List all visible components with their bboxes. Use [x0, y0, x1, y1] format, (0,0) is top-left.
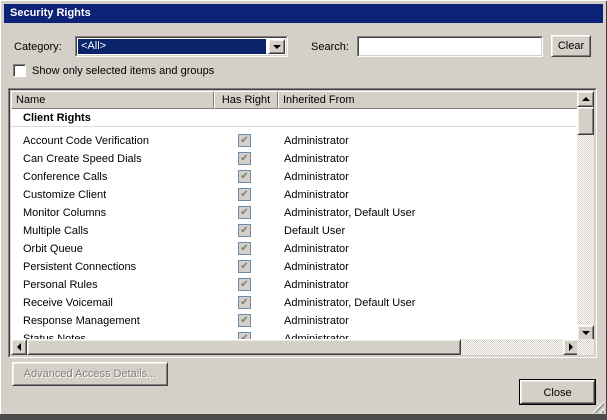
- row-name: Conference Calls: [23, 171, 108, 183]
- category-label: Category:: [14, 41, 62, 53]
- check-icon: ✔: [240, 279, 249, 290]
- security-rights-dialog: Security Rights Category: <All> Search: …: [0, 0, 607, 420]
- check-icon: ✔: [240, 261, 249, 272]
- scroll-left-icon: [17, 343, 21, 351]
- horizontal-scrollbar-thumb[interactable]: [27, 339, 461, 355]
- table-row[interactable]: Response Management ✔ Administrator: [11, 312, 579, 330]
- scroll-right-icon: [569, 343, 573, 351]
- clear-button-label: Clear: [557, 40, 585, 52]
- row-name: Response Management: [23, 315, 140, 327]
- has-right-checkbox[interactable]: ✔: [238, 242, 251, 255]
- has-right-checkbox[interactable]: ✔: [238, 170, 251, 183]
- row-name: Receive Voicemail: [23, 297, 113, 309]
- has-right-checkbox[interactable]: ✔: [238, 188, 251, 201]
- has-right-checkbox[interactable]: ✔: [238, 278, 251, 291]
- table-row[interactable]: Multiple Calls ✔ Default User: [11, 222, 579, 240]
- check-icon: ✔: [240, 153, 249, 164]
- close-button[interactable]: Close: [519, 379, 596, 405]
- chevron-down-icon: [272, 44, 281, 49]
- row-inherited-from: Administrator: [284, 261, 349, 273]
- has-right-checkbox[interactable]: ✔: [238, 134, 251, 147]
- column-header-has-right[interactable]: Has Right: [214, 91, 278, 109]
- table-row[interactable]: Persistent Connections ✔ Administrator: [11, 258, 579, 276]
- table-row[interactable]: Conference Calls ✔ Administrator: [11, 168, 579, 186]
- rights-list-content: Name Has Right Inherited From Client Rig…: [11, 91, 594, 355]
- check-icon: ✔: [240, 315, 249, 326]
- scroll-left-button[interactable]: [11, 339, 27, 355]
- table-row[interactable]: Customize Client ✔ Administrator: [11, 186, 579, 204]
- check-icon: ✔: [240, 225, 249, 236]
- row-name: Multiple Calls: [23, 225, 89, 237]
- check-icon: ✔: [240, 189, 249, 200]
- column-header-has-right-label: Has Right: [221, 94, 271, 106]
- has-right-checkbox[interactable]: ✔: [238, 224, 251, 237]
- clear-button[interactable]: Clear: [551, 35, 591, 57]
- check-icon: ✔: [240, 171, 249, 182]
- table-row[interactable]: Orbit Queue ✔ Administrator: [11, 240, 579, 258]
- has-right-checkbox[interactable]: ✔: [238, 296, 251, 309]
- row-inherited-from: Administrator: [284, 135, 349, 147]
- category-selected-value: <All>: [78, 39, 266, 54]
- rights-list: Name Has Right Inherited From Client Rig…: [8, 88, 597, 358]
- advanced-access-details-button: Advanced Access Details...: [12, 362, 168, 386]
- close-button-face: Close: [520, 380, 595, 404]
- show-only-checkbox[interactable]: [13, 64, 26, 77]
- scroll-up-icon: [581, 97, 590, 101]
- window-bottom-edge: [0, 414, 607, 420]
- scrollbar-corner: [577, 339, 594, 355]
- row-name: Personal Rules: [23, 279, 98, 291]
- check-icon: ✔: [240, 297, 249, 308]
- row-inherited-from: Default User: [284, 225, 346, 237]
- scroll-up-button[interactable]: [577, 91, 594, 107]
- vertical-scrollbar[interactable]: [577, 91, 594, 341]
- row-inherited-from: Administrator: [284, 315, 349, 327]
- column-header-inherited-from-label: Inherited From: [283, 94, 355, 106]
- has-right-checkbox[interactable]: ✔: [238, 260, 251, 273]
- advanced-access-details-label: Advanced Access Details...: [23, 368, 157, 380]
- row-inherited-from: Administrator, Default User: [284, 297, 416, 309]
- category-dropdown-button[interactable]: [268, 39, 285, 54]
- table-row[interactable]: Account Code Verification ✔ Administrato…: [11, 132, 579, 150]
- category-dropdown[interactable]: <All>: [75, 36, 288, 57]
- row-name: Account Code Verification: [23, 135, 149, 147]
- table-row[interactable]: Personal Rules ✔ Administrator: [11, 276, 579, 294]
- show-only-label: Show only selected items and groups: [32, 65, 215, 77]
- search-input-wrapper: [357, 36, 543, 57]
- list-rows: Account Code Verification ✔ Administrato…: [11, 132, 579, 341]
- table-row[interactable]: Receive Voicemail ✔ Administrator, Defau…: [11, 294, 579, 312]
- vertical-scrollbar-thumb[interactable]: [577, 107, 594, 135]
- table-row[interactable]: Can Create Speed Dials ✔ Administrator: [11, 150, 579, 168]
- row-name: Monitor Columns: [23, 207, 107, 219]
- check-icon: ✔: [240, 135, 249, 146]
- scroll-down-icon: [581, 331, 590, 335]
- row-name: Customize Client: [23, 189, 107, 201]
- row-inherited-from: Administrator: [284, 171, 349, 183]
- row-name: Can Create Speed Dials: [23, 153, 142, 165]
- row-inherited-from: Administrator: [284, 189, 349, 201]
- list-body: Client Rights Account Code Verification …: [11, 109, 579, 341]
- row-inherited-from: Administrator, Default User: [284, 207, 416, 219]
- column-header-inherited-from[interactable]: Inherited From: [278, 91, 579, 109]
- check-icon: ✔: [240, 243, 249, 254]
- group-header: Client Rights: [11, 109, 579, 127]
- close-button-label: Close: [543, 387, 572, 399]
- horizontal-scrollbar[interactable]: [11, 339, 579, 355]
- column-header-name-label: Name: [16, 94, 46, 106]
- title-bar[interactable]: Security Rights: [4, 4, 603, 23]
- row-name: Orbit Queue: [23, 243, 83, 255]
- search-label: Search:: [311, 41, 349, 53]
- row-inherited-from: Administrator: [284, 153, 349, 165]
- list-header: Name Has Right Inherited From: [11, 91, 579, 109]
- has-right-checkbox[interactable]: ✔: [238, 206, 251, 219]
- window-title: Security Rights: [10, 7, 91, 19]
- column-header-name[interactable]: Name: [11, 91, 214, 109]
- row-inherited-from: Administrator: [284, 279, 349, 291]
- row-name: Persistent Connections: [23, 261, 137, 273]
- has-right-checkbox[interactable]: ✔: [238, 152, 251, 165]
- row-inherited-from: Administrator: [284, 243, 349, 255]
- check-icon: ✔: [240, 207, 249, 218]
- has-right-checkbox[interactable]: ✔: [238, 314, 251, 327]
- table-row[interactable]: Monitor Columns ✔ Administrator, Default…: [11, 204, 579, 222]
- search-input[interactable]: [360, 39, 540, 54]
